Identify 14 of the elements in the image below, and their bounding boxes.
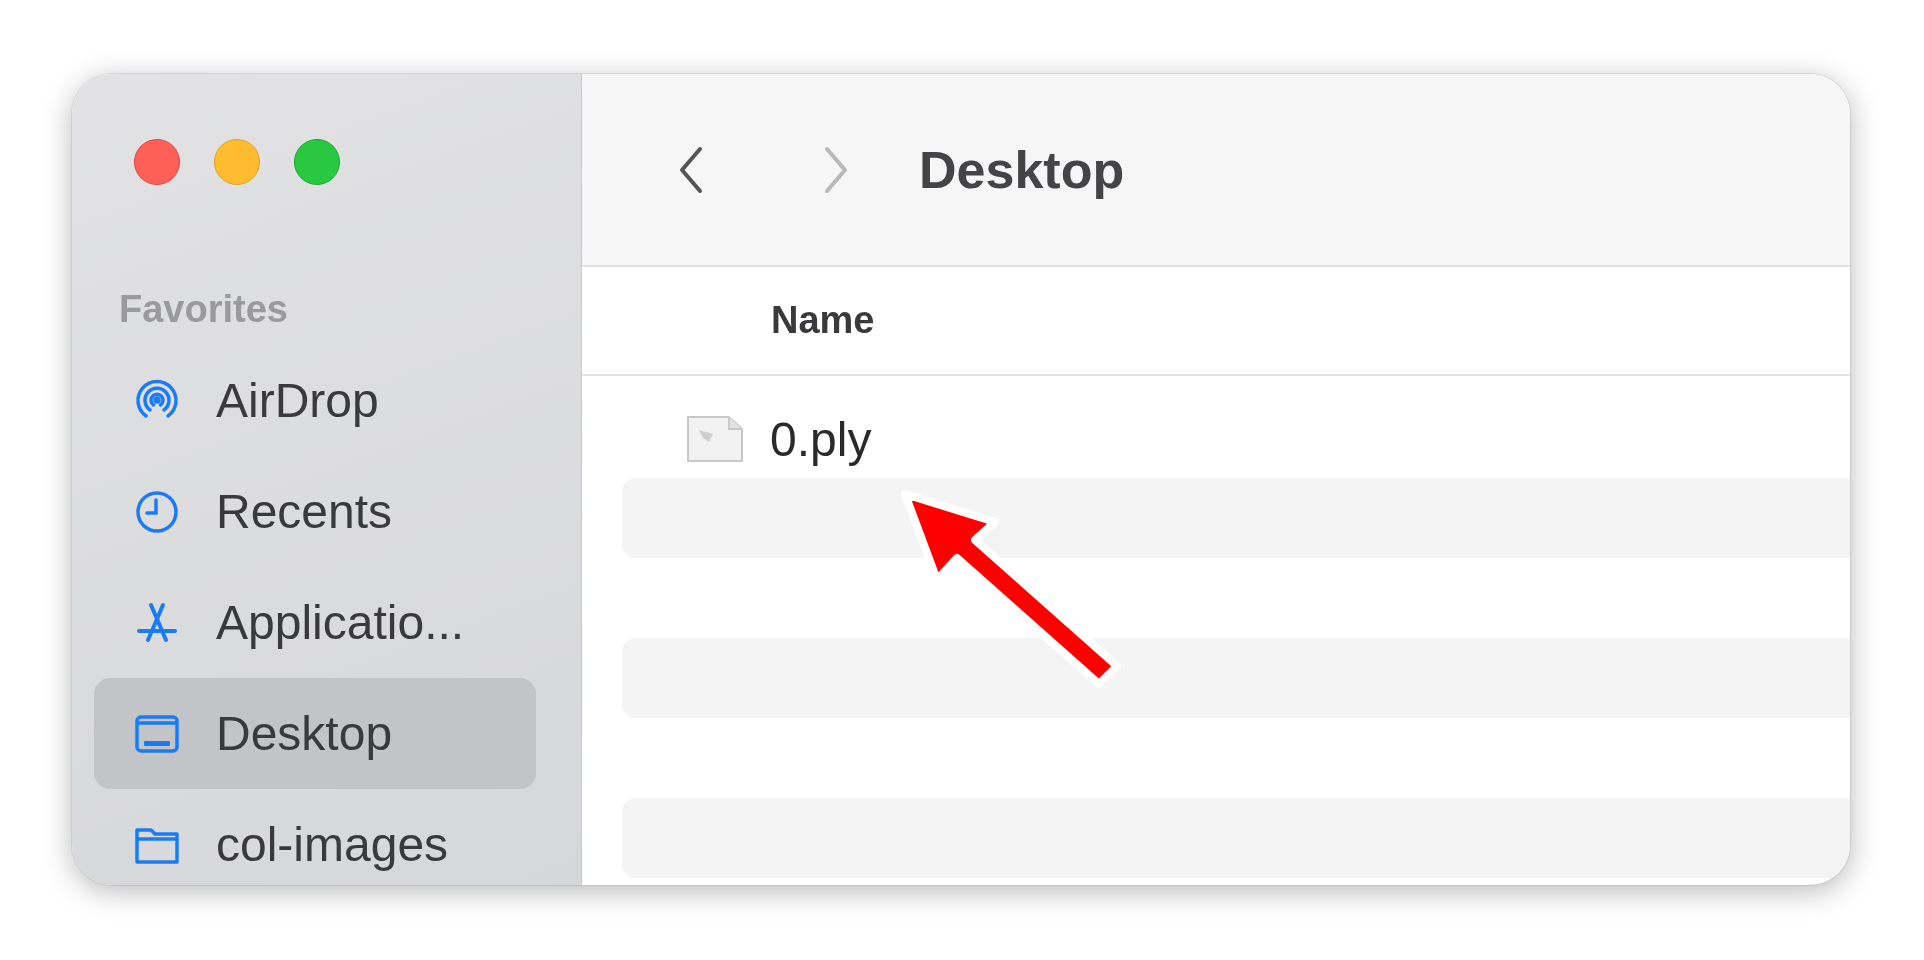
- sidebar-item[interactable]: AirDrop: [94, 345, 536, 456]
- window-title: Desktop: [919, 139, 1125, 200]
- document-icon: [685, 414, 745, 464]
- close-button[interactable]: [134, 139, 180, 185]
- sidebar-heading: Favorites: [119, 287, 289, 332]
- sidebar-item[interactable]: Applicatio...: [94, 567, 536, 678]
- minimize-button[interactable]: [214, 139, 260, 185]
- sidebar-item[interactable]: Desktop: [94, 678, 536, 789]
- file-row[interactable]: 0.ply: [582, 376, 1850, 478]
- sidebar-item[interactable]: Recents: [94, 456, 536, 567]
- sidebar-item[interactable]: col-images: [94, 789, 536, 885]
- column-header[interactable]: Name: [771, 299, 875, 342]
- zoom-button[interactable]: [294, 139, 340, 185]
- clock-icon: [134, 488, 180, 535]
